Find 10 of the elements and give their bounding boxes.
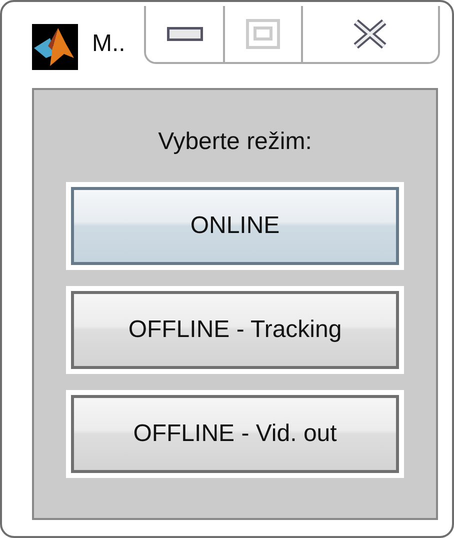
app-logo-icon xyxy=(32,24,78,70)
window-title: M.. xyxy=(92,30,126,58)
minimize-icon xyxy=(166,27,203,41)
minimize-button[interactable] xyxy=(146,6,226,62)
mode-button[interactable]: OFFLINE - Vid. out xyxy=(66,390,404,478)
mode-button[interactable]: OFFLINE - Tracking xyxy=(66,286,404,374)
mode-label: Vyberte režim: xyxy=(158,128,312,156)
mode-button[interactable]: ONLINE xyxy=(66,182,404,270)
maximize-icon xyxy=(246,19,280,49)
close-icon xyxy=(353,19,388,49)
